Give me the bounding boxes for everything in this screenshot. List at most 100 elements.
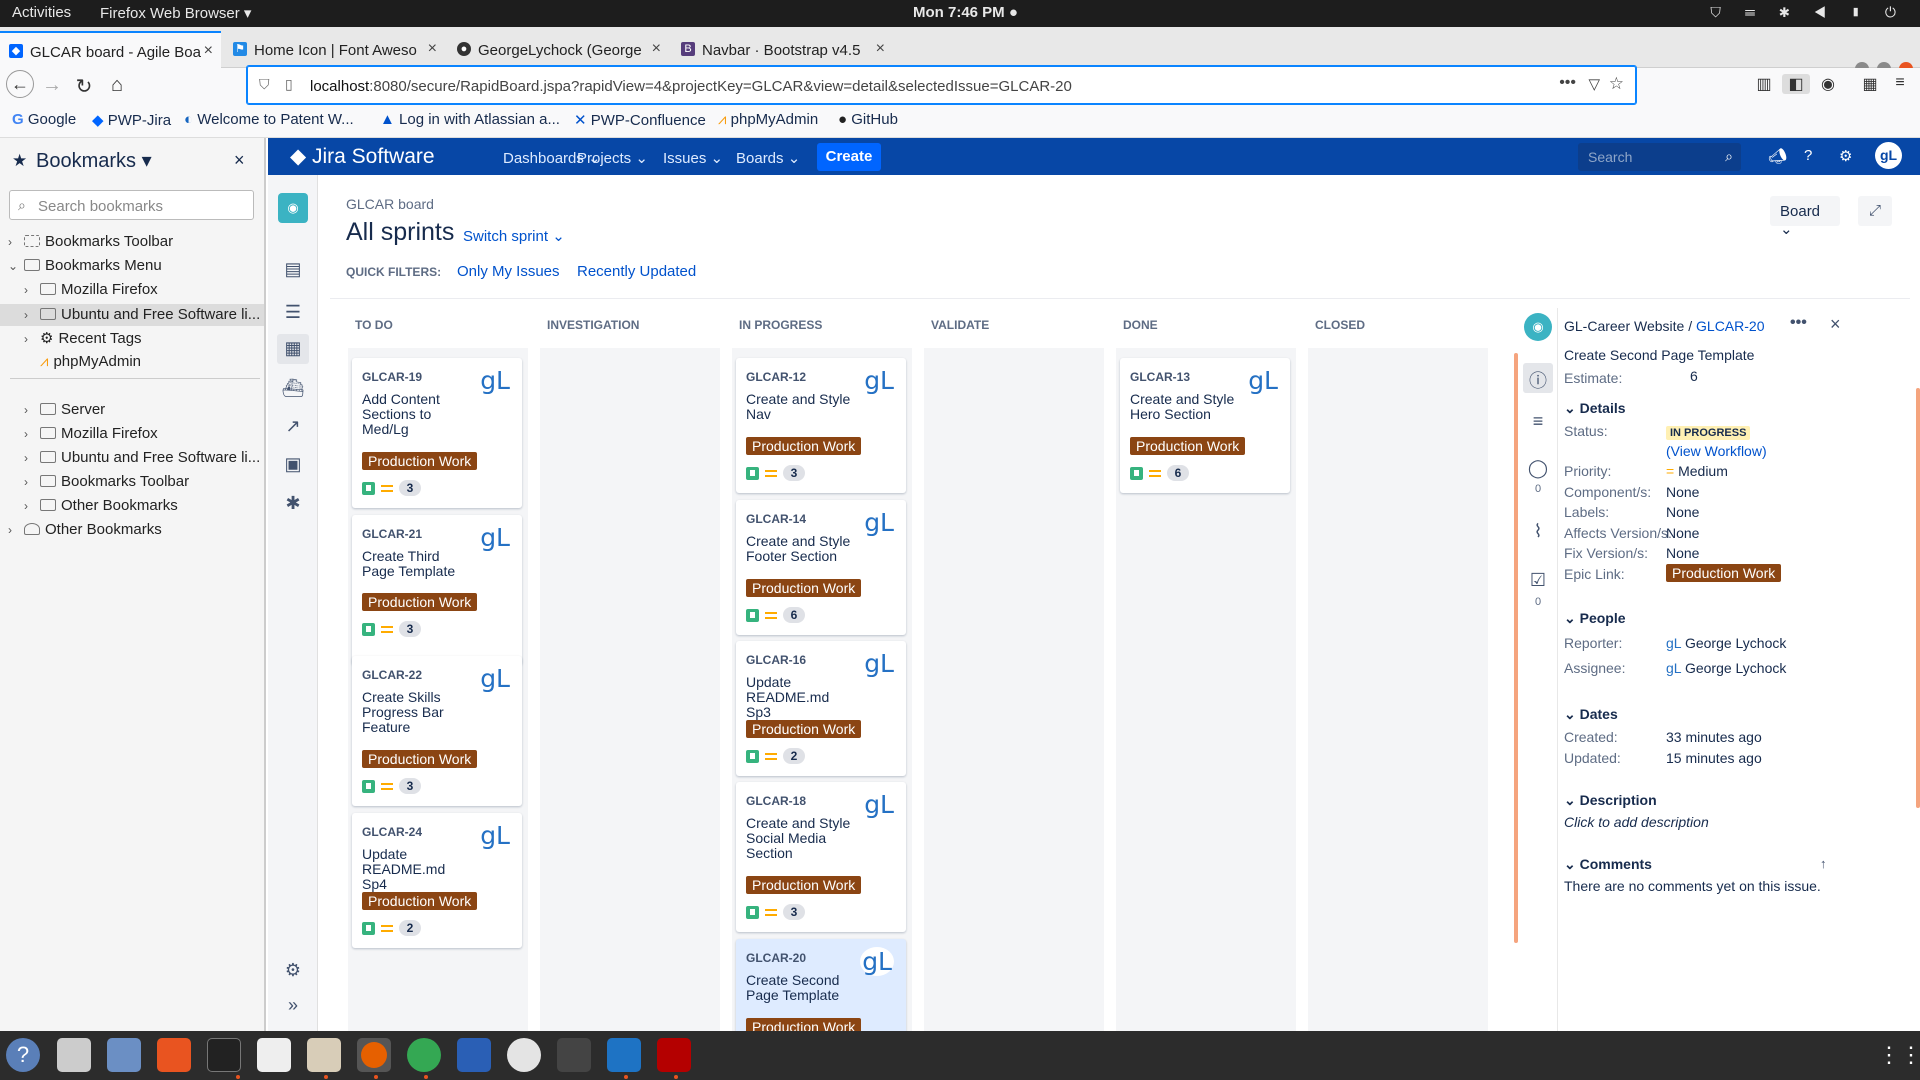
releases-icon[interactable]: ⛴	[281, 378, 305, 400]
close-tab-icon[interactable]: ×	[876, 40, 885, 58]
close-tab-icon[interactable]: ×	[652, 40, 661, 58]
issue-key[interactable]: GLCAR-14	[746, 512, 806, 526]
sort-icon[interactable]: ≡	[1526, 411, 1550, 432]
issue-card-glcar-13[interactable]: GLCAR-13 gL Create and Style Hero Sectio…	[1120, 358, 1290, 493]
assignee-value[interactable]: gL George Lychock	[1666, 660, 1786, 676]
issue-key[interactable]: GLCAR-22	[362, 668, 422, 682]
backlog-icon[interactable]: ▤	[281, 259, 305, 281]
board-view-button[interactable]: Board ⌄	[1770, 196, 1840, 238]
list-icon[interactable]: ☰	[281, 302, 305, 324]
sort-arrow-icon[interactable]: ↑	[1820, 856, 1827, 871]
bookmark-pwp-jira[interactable]: ◆ PWP-Jira	[92, 111, 171, 129]
close-icon[interactable]: ×	[1830, 314, 1841, 335]
screenshot-icon[interactable]	[507, 1038, 541, 1072]
breadcrumb[interactable]: GLCAR board	[346, 196, 434, 212]
fullscreen-icon[interactable]: ⤢	[1858, 196, 1892, 226]
sidebar-item-ubuntu[interactable]: › Ubuntu and Free Software li...	[0, 304, 264, 326]
components-icon[interactable]: ✱	[281, 493, 305, 515]
filter-recently-updated[interactable]: Recently Updated	[577, 263, 696, 280]
sidebar-item-other-bookmarks[interactable]: › Other Bookmarks	[24, 497, 178, 514]
bookmark-pwp-confluence[interactable]: ✕ PWP-Confluence	[574, 111, 706, 129]
epic-link-value[interactable]: Production Work	[1666, 564, 1782, 582]
clock[interactable]: Mon 7:46 PM ●	[913, 4, 1018, 21]
priority-value[interactable]: = Medium	[1666, 463, 1728, 479]
reload-icon[interactable]: ↻	[70, 74, 98, 99]
attachment-icon[interactable]: ⌇	[1526, 521, 1550, 542]
url-bar[interactable]: ⛉ ▯ localhost:8080/secure/RapidBoard.jsp…	[246, 65, 1637, 105]
help-icon[interactable]: ?	[1804, 147, 1812, 164]
show-apps-icon[interactable]: ⋮⋮	[1878, 1038, 1920, 1072]
expand-sidebar-icon[interactable]: »	[281, 995, 305, 1017]
extensions-icon[interactable]: ▦	[1856, 74, 1884, 94]
sidebar-item-recent-tags[interactable]: › ⚙ Recent Tags	[24, 329, 142, 347]
writer-icon[interactable]	[457, 1038, 491, 1072]
library-icon[interactable]: ▥	[1750, 74, 1778, 94]
back-icon[interactable]: ←	[6, 70, 34, 98]
issue-key[interactable]: GLCAR-21	[362, 527, 422, 541]
menu-issues[interactable]: Issues ⌄	[663, 149, 723, 167]
issue-card-glcar-16[interactable]: GLCAR-16 gL Update README.md Sp3 Product…	[736, 641, 906, 776]
issue-card-glcar-22[interactable]: GLCAR-22 gL Create Skills Progress Bar F…	[352, 656, 522, 806]
reports-icon[interactable]: ↗	[281, 416, 305, 438]
components-value[interactable]: None	[1666, 484, 1699, 500]
files-icon[interactable]	[307, 1038, 341, 1072]
project-avatar[interactable]: ◉	[1524, 313, 1552, 341]
filter-only-my-issues[interactable]: Only My Issues	[457, 263, 560, 280]
jira-search-input[interactable]: Search ⌕	[1578, 143, 1741, 171]
software-center-icon[interactable]	[157, 1038, 191, 1072]
app-menu[interactable]: Firefox Web Browser ▾	[100, 4, 251, 22]
notifications-icon[interactable]: 📣︎	[1768, 147, 1787, 165]
issues-icon[interactable]: ▣	[281, 454, 305, 476]
issue-key[interactable]: GLCAR-20	[746, 951, 806, 965]
switch-sprint-button[interactable]: Switch sprint ⌄	[463, 227, 565, 245]
system-tray[interactable]: ⛉ ☰ ✱ ◀ ▮ ⏻	[1710, 4, 1906, 21]
sidebar-item-server[interactable]: › Server	[24, 401, 105, 418]
bookmark-google[interactable]: G Google	[12, 111, 76, 128]
dates-section-toggle[interactable]: ⌄ Dates	[1564, 706, 1618, 723]
bookmark-patent[interactable]: ◐ Welcome to Patent W...	[184, 111, 354, 128]
settings-icon[interactable]: ⚙	[1839, 147, 1852, 165]
shield-icon[interactable]: ⛉	[259, 76, 270, 93]
issue-summary[interactable]: Create Second Page Template	[1564, 347, 1754, 363]
tab-bootstrap[interactable]: B Navbar · Bootstrap v4.5 ×	[672, 31, 893, 67]
url-text[interactable]: localhost:8080/secure/RapidBoard.jspa?ra…	[310, 78, 1072, 95]
close-tab-icon[interactable]: ×	[204, 42, 213, 60]
page-actions-icon[interactable]: •••	[1559, 74, 1576, 92]
firefox-icon[interactable]	[357, 1038, 391, 1072]
issue-card-glcar-12[interactable]: GLCAR-12 gL Create and Style Nav Product…	[736, 358, 906, 493]
terminal-icon[interactable]	[207, 1038, 241, 1072]
issue-key[interactable]: GLCAR-18	[746, 794, 806, 808]
sidebar-item-bookmarks-toolbar[interactable]: › Bookmarks Toolbar	[8, 233, 173, 250]
issue-key[interactable]: GLCAR-13	[1130, 370, 1190, 384]
bookmark-phpmyadmin[interactable]: ⩘ phpMyAdmin	[718, 111, 818, 128]
estimate-value[interactable]: 6	[1690, 368, 1698, 384]
comments-section-toggle[interactable]: ⌄ Comments	[1564, 856, 1652, 873]
labels-value[interactable]: None	[1666, 504, 1699, 520]
sidebar-title[interactable]: Bookmarks ▾	[36, 148, 152, 173]
sidebar-toggle-icon[interactable]: ◧	[1782, 74, 1810, 94]
view-workflow-link[interactable]: (View Workflow)	[1666, 443, 1767, 459]
issue-card-glcar-21[interactable]: GLCAR-21 gL Create Third Page Template P…	[352, 515, 522, 665]
home-icon[interactable]: ⌂	[103, 74, 131, 97]
sidebar-item-mozilla-firefox-2[interactable]: › Mozilla Firefox	[24, 425, 158, 442]
fix-value[interactable]: None	[1666, 545, 1699, 561]
close-sidebar-icon[interactable]: ×	[234, 150, 245, 171]
sidebar-item-bookmarks-menu[interactable]: ⌄ Bookmarks Menu	[8, 257, 162, 274]
chrome-icon[interactable]	[407, 1038, 441, 1072]
issue-card-glcar-14[interactable]: GLCAR-14 gL Create and Style Footer Sect…	[736, 500, 906, 635]
bookmark-atlassian[interactable]: ▲ Log in with Atlassian a...	[380, 111, 560, 128]
board-icon[interactable]: ▦	[277, 334, 309, 364]
create-button[interactable]: Create	[817, 143, 881, 171]
help-icon[interactable]: ?	[6, 1038, 40, 1072]
tab-font-awesome[interactable]: ⚑ Home Icon | Font Aweso ×	[224, 31, 445, 67]
issue-key[interactable]: GLCAR-16	[746, 653, 806, 667]
comment-icon[interactable]: ◯	[1526, 458, 1550, 479]
details-section-toggle[interactable]: ⌄ Details	[1564, 400, 1626, 417]
detail-scrollbar[interactable]	[1916, 388, 1920, 808]
people-section-toggle[interactable]: ⌄ People	[1564, 610, 1626, 627]
subtasks-icon[interactable]: ☑	[1526, 570, 1550, 591]
menu-projects[interactable]: Projects ⌄	[577, 149, 648, 167]
tab-glcar-board[interactable]: ◆ GLCAR board - Agile Boa ×	[0, 31, 221, 68]
text-editor-icon[interactable]	[257, 1038, 291, 1072]
pocket-icon[interactable]: ▽	[1588, 75, 1600, 93]
